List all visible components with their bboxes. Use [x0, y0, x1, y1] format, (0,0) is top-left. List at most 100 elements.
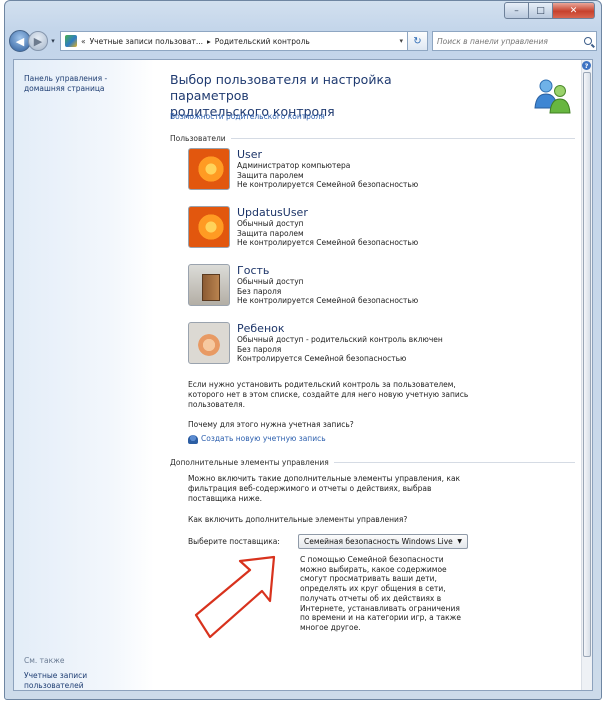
parental-controls-features-link[interactable]: Возможности родительского контроля	[170, 112, 325, 121]
user-info: Гость Обычный доступ Без пароля Не контр…	[237, 264, 418, 306]
scrollbar-thumb[interactable]	[583, 72, 591, 657]
extra-controls-line: Можно включить такие дополнительные элем…	[188, 474, 461, 483]
user-info: User Администратор компьютера Защита пар…	[237, 148, 418, 190]
how-enable-extra-link[interactable]: Как включить дополнительные элементы упр…	[188, 515, 488, 525]
extra-controls-line: поставщика ниже.	[188, 494, 262, 503]
maximize-button[interactable]: □	[529, 2, 553, 19]
user-password-status: Без пароля	[237, 344, 282, 354]
section-divider	[230, 138, 575, 139]
refresh-button[interactable]: ↻	[408, 31, 428, 51]
not-listed-line: которого нет в этом списке, создайте для…	[188, 390, 469, 399]
address-bar[interactable]: « Учетные записи пользоват... ▸ Родитель…	[60, 31, 408, 51]
provider-description-line: можно выбирать, какое содержимое	[300, 564, 447, 574]
user-account-type: Администратор компьютера	[237, 161, 351, 170]
control-panel-home-link[interactable]: Панель управления - домашняя страница	[24, 74, 107, 94]
user-avatar-flower-icon[interactable]	[188, 148, 230, 190]
breadcrumb-user-accounts[interactable]: Учетные записи пользоват...	[90, 37, 203, 46]
user-name[interactable]: UpdatusUser	[237, 206, 418, 219]
user-accounts-line2: пользователей	[24, 681, 84, 690]
control-panel-home-line1: Панель управления -	[24, 74, 108, 83]
provider-selected-value: Семейная безопасность Windows Live	[304, 537, 453, 546]
help-icon[interactable]: ?	[582, 61, 591, 70]
user-info: Ребенок Обычный доступ - родительский ко…	[237, 322, 443, 364]
extra-controls-heading-label: Дополнительные элементы управления	[170, 458, 329, 467]
forward-arrow-icon: ▶	[33, 34, 43, 48]
extra-controls-line: фильтрация веб-содержимого и отчеты о де…	[188, 484, 432, 493]
dropdown-arrow-icon[interactable]: ▼	[457, 538, 462, 545]
annotation-arrow-icon	[194, 555, 276, 639]
window-frame: – □ ✕ ◀ ▶ ▾ « Учетные записи пользоват..…	[4, 0, 602, 700]
provider-description-line: С помощью Семейной безопасности	[300, 555, 444, 564]
user-password-status: Без пароля	[237, 286, 282, 296]
provider-description: С помощью Семейной безопасности можно вы…	[300, 555, 472, 633]
provider-row: Выберите поставщика: Семейная безопаснос…	[188, 534, 468, 549]
breadcrumb-parental-controls[interactable]: Родительский контроль	[215, 37, 310, 46]
extra-controls-section-heading: Дополнительные элементы управления	[170, 458, 575, 467]
section-divider	[333, 462, 575, 463]
user-shield-icon	[188, 434, 198, 444]
breadcrumb-separator-icon[interactable]: ▸	[207, 37, 211, 46]
user-name[interactable]: Ребенок	[237, 322, 443, 335]
user-account-type: Обычный доступ	[237, 277, 304, 286]
user-account-type: Обычный доступ - родительский контроль в…	[237, 335, 443, 344]
provider-description-line: получать отчеты об их действиях в	[300, 593, 442, 603]
see-also-heading: См. также	[24, 656, 65, 665]
user-tile-user[interactable]: User Администратор компьютера Защита пар…	[188, 148, 418, 190]
minimize-button[interactable]: –	[504, 2, 529, 19]
refresh-icon: ↻	[413, 35, 422, 47]
back-arrow-icon: ◀	[15, 34, 25, 48]
user-tile-child[interactable]: Ребенок Обычный доступ - родительский ко…	[188, 322, 443, 364]
user-avatar-door-icon[interactable]	[188, 264, 230, 306]
recent-pages-dropdown[interactable]: ▾	[48, 37, 58, 45]
create-account-link[interactable]: Создать новую учетную запись	[188, 434, 488, 444]
provider-description-line: многое другое.	[300, 622, 361, 632]
navigation-bar: ◀ ▶ ▾ « Учетные записи пользоват... ▸ Ро…	[9, 28, 597, 54]
forward-button[interactable]: ▶	[28, 31, 48, 51]
users-heading-label: Пользователи	[170, 134, 226, 143]
user-password-status: Защита паролем	[237, 228, 304, 238]
chevron-down-icon: ▾	[51, 37, 55, 45]
control-panel-icon	[65, 35, 77, 47]
window-caption-buttons: – □ ✕	[504, 2, 595, 19]
provider-description-line: Интернете, устанавливать ограничения	[300, 603, 460, 613]
address-dropdown-icon[interactable]: ▾	[399, 37, 403, 45]
create-account-label[interactable]: Создать новую учетную запись	[201, 434, 326, 444]
user-family-safety-status: Не контролируется Семейной безопасностью	[237, 238, 419, 247]
not-listed-paragraph: Если нужно установить родительский контр…	[188, 380, 488, 410]
breadcrumb-overflow[interactable]: «	[81, 37, 86, 46]
search-input[interactable]	[437, 36, 584, 46]
user-tile-guest[interactable]: Гость Обычный доступ Без пароля Не контр…	[188, 264, 418, 306]
search-icon[interactable]	[584, 37, 592, 45]
user-accounts-line1: Учетные записи	[24, 671, 88, 680]
user-family-safety-status: Не контролируется Семейной безопасностью	[237, 180, 419, 189]
user-name[interactable]: User	[237, 148, 418, 161]
user-avatar-duck-icon[interactable]	[188, 322, 230, 364]
user-family-safety-status: Не контролируется Семейной безопасностью	[237, 296, 419, 305]
extra-controls-paragraph: Можно включить такие дополнительные элем…	[188, 474, 498, 504]
provider-label: Выберите поставщика:	[188, 537, 280, 546]
sidebar: Панель управления - домашняя страница См…	[14, 60, 154, 690]
user-accounts-link[interactable]: Учетные записи пользователей	[24, 671, 88, 690]
users-section-heading: Пользователи	[170, 134, 575, 143]
user-account-type: Обычный доступ	[237, 219, 304, 228]
user-tile-updatususer[interactable]: UpdatusUser Обычный доступ Защита пароле…	[188, 206, 418, 248]
provider-description-line: по времени и на категории игр, а также	[300, 613, 461, 623]
provider-description-line: определять их круг общения в сети,	[300, 584, 446, 594]
family-safety-people-icon	[534, 79, 571, 114]
why-account-link[interactable]: Почему для этого нужна учетная запись?	[188, 420, 488, 430]
user-avatar-flower-icon[interactable]	[188, 206, 230, 248]
not-listed-line: пользователя.	[188, 400, 245, 409]
provider-select[interactable]: Семейная безопасность Windows Live ▼	[298, 534, 468, 549]
vertical-scrollbar[interactable]: ?	[581, 60, 592, 690]
not-listed-line: Если нужно установить родительский контр…	[188, 380, 456, 389]
user-info: UpdatusUser Обычный доступ Защита пароле…	[237, 206, 418, 248]
user-name[interactable]: Гость	[237, 264, 418, 277]
provider-description-line: смогут просматривать ваши дети,	[300, 574, 437, 584]
close-button[interactable]: ✕	[553, 2, 595, 19]
page-title-line1: Выбор пользователя и настройка параметро…	[170, 72, 392, 103]
control-panel-home-line2: домашняя страница	[24, 84, 105, 93]
user-family-safety-status: Контролируется Семейной безопасностью	[237, 354, 407, 363]
user-password-status: Защита паролем	[237, 170, 304, 180]
client-area: Панель управления - домашняя страница См…	[13, 59, 593, 691]
search-box[interactable]	[432, 31, 597, 51]
